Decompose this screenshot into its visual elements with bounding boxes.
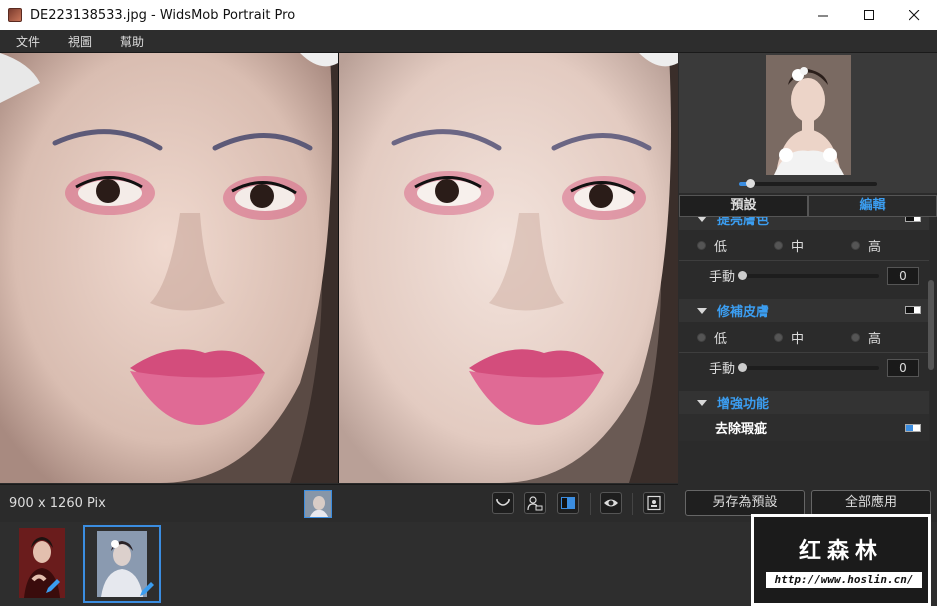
section-title: 修補皮膚 [717, 305, 770, 320]
person-lock-icon [527, 496, 543, 511]
settings-panel: 預設 編輯 提亮膚色 低 中 高 手動 0 修補皮膚 低 中 高 手動 0 增強… [679, 53, 937, 483]
radio-label: 低 [714, 331, 728, 347]
radio-dot [697, 332, 706, 342]
toolbar-separator [632, 493, 633, 515]
section-toggle[interactable] [905, 306, 921, 314]
radio-dot [774, 240, 783, 250]
section-toggle[interactable] [905, 217, 921, 222]
section-header-repair-skin[interactable]: 修補皮膚 [679, 299, 929, 322]
portrait-frame-icon [647, 495, 661, 511]
maximize-icon [863, 9, 874, 20]
radio-dot [851, 240, 860, 250]
slider-knob[interactable] [738, 270, 747, 280]
portrait-frame-button[interactable] [643, 492, 665, 514]
smile-icon [496, 499, 510, 506]
edited-pencil-icon [46, 579, 60, 593]
navigator-thumbnail[interactable] [766, 55, 851, 175]
manual-value-field[interactable]: 0 [887, 266, 919, 285]
strength-options: 低 中 高 [679, 322, 929, 352]
film-thumbnail[interactable] [19, 528, 65, 598]
compare-thumbnail[interactable] [304, 490, 332, 518]
radio-label: 高 [868, 331, 882, 347]
radio-dot [774, 332, 783, 342]
photo-canvas[interactable] [0, 53, 678, 483]
feature-remove-blemish[interactable]: 去除瑕疵 [679, 414, 929, 441]
slider-knob[interactable] [738, 362, 747, 372]
apply-all-button[interactable]: 全部應用 [811, 490, 931, 516]
menu-view[interactable]: 視圖 [52, 33, 104, 50]
original-photo[interactable] [0, 53, 338, 483]
strength-options: 低 中 高 [679, 230, 929, 260]
edited-photo[interactable] [339, 53, 678, 483]
slider-label: 手動 [709, 270, 736, 285]
settings-list: 提亮膚色 低 中 高 手動 0 修補皮膚 低 中 高 手動 0 增強功能 去除瑕… [679, 217, 929, 483]
collapse-triangle-icon [697, 399, 707, 406]
menu-bar: 文件 視圖 幫助 [0, 30, 937, 53]
tab-presets[interactable]: 預設 [679, 195, 808, 217]
split-view-icon [561, 497, 575, 509]
section-header-enhance[interactable]: 增強功能 [679, 391, 929, 414]
manual-slider[interactable] [738, 270, 879, 280]
film-thumbnail-selected[interactable] [83, 525, 161, 603]
minimize-button[interactable] [800, 0, 846, 30]
manual-slider[interactable] [738, 362, 879, 372]
feature-label: 去除瑕疵 [715, 422, 768, 437]
radio-label: 中 [791, 331, 805, 347]
window-title: DE223138533.jpg - WidsMob Portrait Pro [30, 7, 296, 23]
manual-slider-row: 手動 0 [679, 260, 929, 290]
navigator-preview [679, 53, 937, 193]
zoom-slider-knob[interactable] [746, 179, 755, 188]
menu-file[interactable]: 文件 [0, 33, 52, 50]
maximize-button[interactable] [846, 0, 892, 30]
section-header-brighten-skin[interactable]: 提亮膚色 [679, 217, 929, 230]
watermark-title: 红森林 [798, 539, 883, 564]
radio-low[interactable]: 低 [697, 236, 774, 255]
site-watermark: 红森林 http://www.hoslin.cn/ [751, 514, 931, 606]
status-bar: 900 x 1260 Pix [0, 484, 678, 522]
edited-pencil-icon [140, 582, 154, 596]
radio-label: 中 [791, 239, 805, 255]
lock-person-button[interactable] [524, 492, 546, 514]
title-bar: DE223138533.jpg - WidsMob Portrait Pro [0, 0, 937, 30]
minimize-icon [817, 15, 828, 16]
tab-edit[interactable]: 編輯 [808, 195, 937, 217]
app-icon [8, 8, 22, 22]
split-view-button[interactable] [557, 492, 579, 514]
watermark-url: http://www.hoslin.cn/ [766, 572, 922, 588]
collapse-triangle-icon [697, 307, 707, 314]
section-title: 提亮膚色 [717, 217, 770, 228]
radio-label: 高 [868, 239, 882, 255]
radio-medium[interactable]: 中 [774, 328, 851, 347]
radio-label: 低 [714, 239, 728, 255]
toolbar-separator [590, 493, 591, 515]
save-as-preset-button[interactable]: 另存為預設 [685, 490, 805, 516]
section-title: 增強功能 [717, 397, 770, 412]
face-detect-button[interactable] [492, 492, 514, 514]
eye-icon [604, 499, 618, 507]
image-dimensions: 900 x 1260 Pix [9, 496, 106, 511]
radio-dot [851, 332, 860, 342]
zoom-slider[interactable] [739, 179, 877, 188]
manual-value-field[interactable]: 0 [887, 358, 919, 377]
settings-scrollbar[interactable] [928, 280, 934, 370]
radio-medium[interactable]: 中 [774, 236, 851, 255]
radio-high[interactable]: 高 [851, 236, 928, 255]
preview-original-button[interactable] [600, 492, 622, 514]
panel-tabs: 預設 編輯 [679, 195, 937, 217]
slider-label: 手動 [709, 362, 736, 377]
close-icon [908, 9, 919, 20]
feature-toggle[interactable] [905, 424, 921, 432]
menu-help[interactable]: 幫助 [104, 33, 156, 50]
manual-slider-row: 手動 0 [679, 352, 929, 382]
radio-low[interactable]: 低 [697, 328, 774, 347]
radio-high[interactable]: 高 [851, 328, 928, 347]
close-button[interactable] [891, 0, 937, 30]
collapse-triangle-icon [697, 217, 707, 222]
radio-dot [697, 240, 706, 250]
